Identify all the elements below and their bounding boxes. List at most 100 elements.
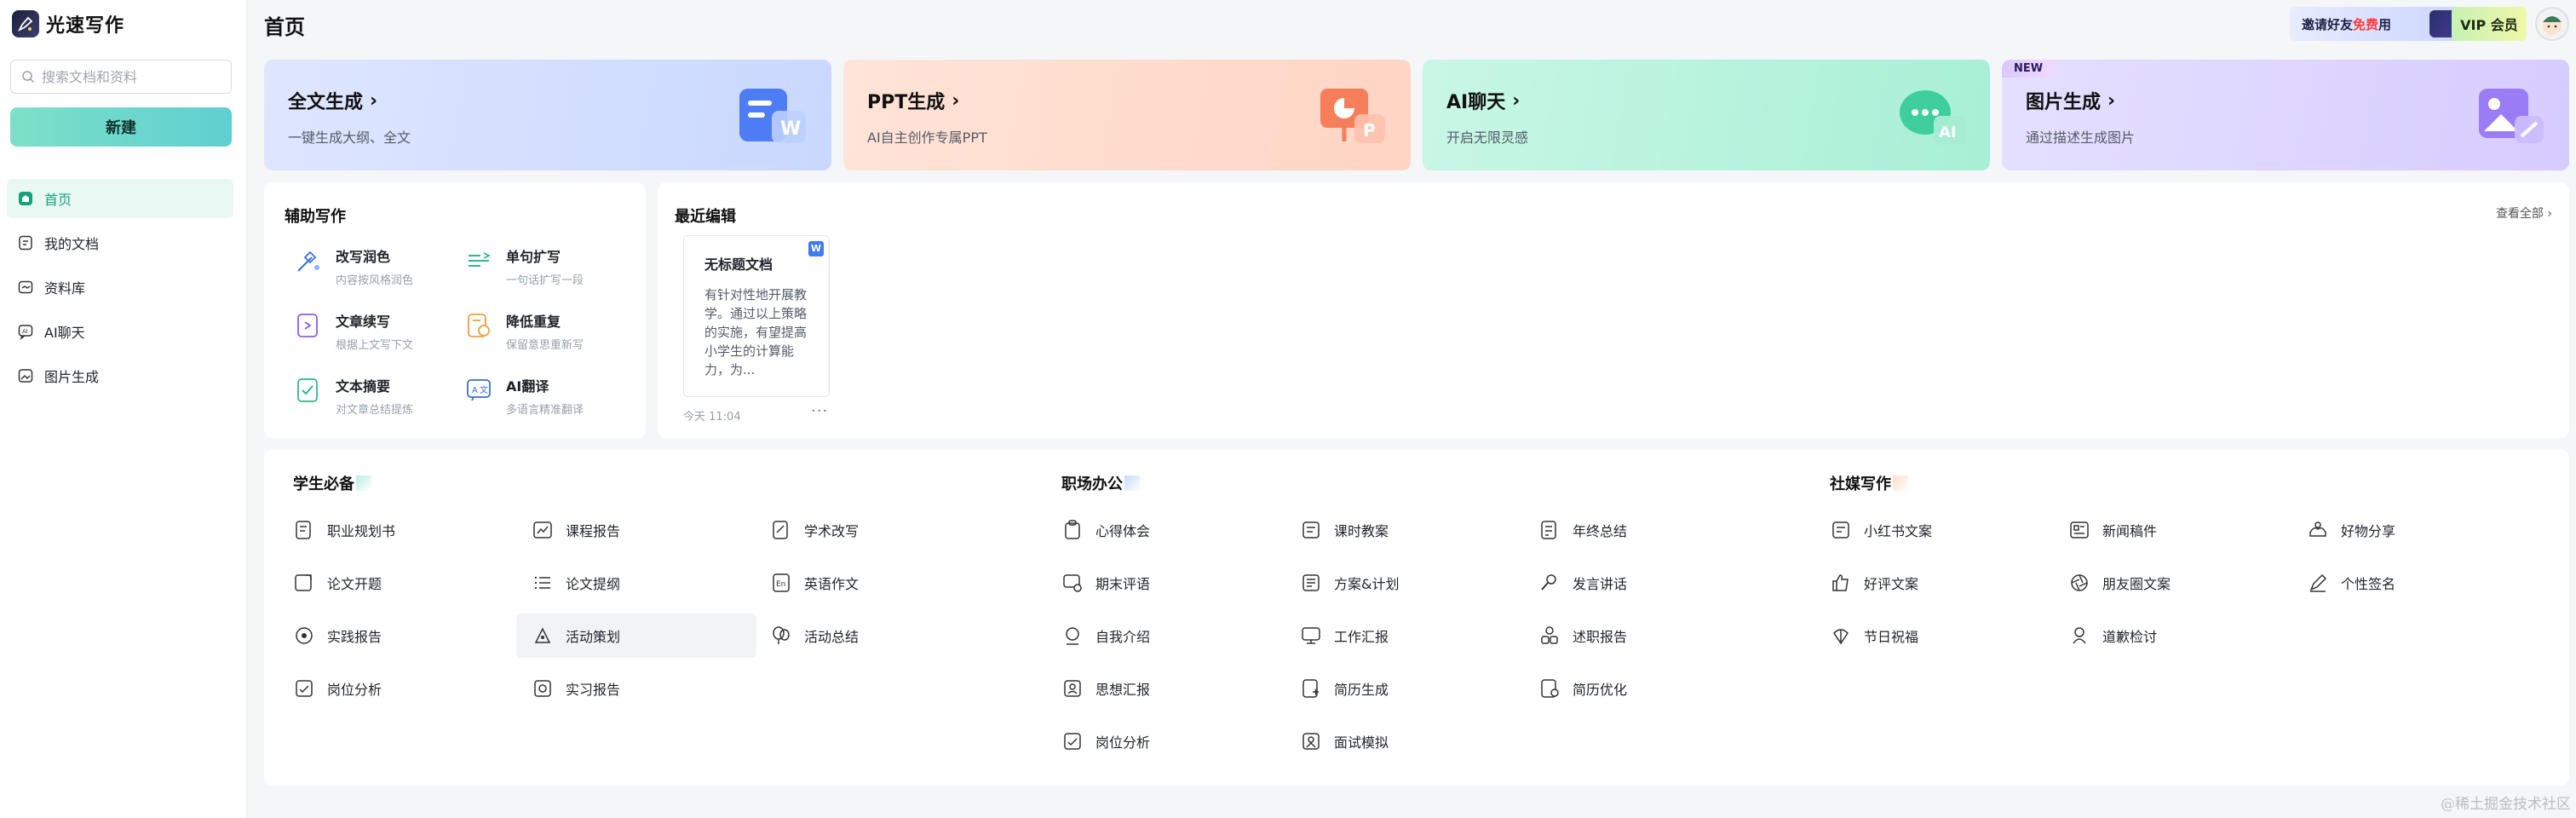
- plan-icon: [1302, 574, 1320, 591]
- main-content: 首页 邀请好友免费用 ★ VIP 会员 全文生成› 一键生成大纲、全文 W PP…: [247, 0, 2576, 818]
- tool-translate[interactable]: A文 AI翻译 多语言精准翻译: [463, 375, 625, 417]
- sidebar-item-image-generation[interactable]: 图片生成: [7, 356, 233, 395]
- feature-card-image-gen[interactable]: NEW 图片生成 › 通过描述生成图片: [2002, 60, 2569, 170]
- tool-desc: 一句话扩写一段: [506, 274, 584, 287]
- view-all-link[interactable]: 查看全部 ›: [2496, 204, 2552, 222]
- view-all-label: 查看全部: [2495, 207, 2544, 221]
- search-icon: [22, 71, 35, 84]
- scene-activity-summary[interactable]: 活动总结: [755, 614, 995, 658]
- scene-moments[interactable]: 朋友圈文案: [2053, 561, 2293, 605]
- scene-xiaohongshu[interactable]: 小红书文案: [1814, 508, 2055, 552]
- avatar[interactable]: [2535, 7, 2569, 41]
- chevron-right-icon: ›: [1512, 89, 1521, 112]
- feature-card-ppt[interactable]: PPT生成 › AI自主创作专属PPT P: [843, 60, 1411, 170]
- scene-resume-optimize[interactable]: 简历优化: [1523, 666, 1763, 711]
- chat-icon: AI: [18, 325, 33, 340]
- new-button[interactable]: 新建: [10, 107, 232, 147]
- recent-doc-card[interactable]: W 无标题文档 有针对性地开展教学。通过以上策略的实施，有望提高小学生的计算能力…: [683, 235, 830, 397]
- scene-apology[interactable]: 道歉检讨: [2053, 614, 2293, 658]
- search-input[interactable]: [42, 68, 212, 85]
- scene-interview-mock[interactable]: 面试模拟: [1285, 719, 1525, 763]
- scene-good-review[interactable]: 好评文案: [1814, 561, 2055, 605]
- feature-subtitle: AI自主创作专属PPT: [867, 130, 987, 146]
- feature-title-text: PPT生成: [867, 92, 946, 113]
- feature-title: 全文生成 ›: [288, 87, 808, 114]
- tool-expand[interactable]: 单句扩写 一句话扩写一段: [463, 245, 625, 287]
- logo[interactable]: 光速写作: [12, 10, 124, 37]
- tool-name: 改写润色: [336, 249, 391, 265]
- expand-icon: [469, 252, 492, 267]
- sidebar-item-ai-chat[interactable]: AI AI聊天: [7, 312, 233, 351]
- scene-thought-report[interactable]: 思想汇报: [1046, 666, 1286, 711]
- scene-signature[interactable]: 个性签名: [2291, 561, 2532, 605]
- scene-label: 小红书文案: [1864, 523, 1933, 539]
- scene-activity-planning[interactable]: 活动策划: [516, 614, 756, 658]
- category-title-text: 社媒写作: [1830, 475, 1891, 493]
- scene-label: 思想汇报: [1095, 682, 1151, 698]
- new-tag: NEW: [2002, 60, 2056, 78]
- scene-practice-report[interactable]: 实践报告: [278, 614, 518, 658]
- chevron-right-icon: ›: [370, 89, 378, 112]
- tool-continue[interactable]: 文章续写根据上文写下文: [293, 310, 455, 352]
- tool-desc: 多语言精准翻译: [506, 404, 584, 417]
- scene-academic-rewrite[interactable]: 学术改写: [755, 508, 995, 552]
- scene-plan[interactable]: 方案&计划: [1285, 561, 1525, 605]
- scene-job-analysis[interactable]: 岗位分析: [278, 666, 518, 711]
- scene-thesis-outline[interactable]: 论文提纲: [516, 561, 756, 605]
- scene-resume-generate[interactable]: 简历生成: [1285, 666, 1525, 711]
- scene-self-intro[interactable]: 自我介绍: [1046, 614, 1286, 658]
- chart-report-icon: [533, 521, 552, 539]
- translate-icon: A文: [467, 379, 491, 401]
- tool-rewrite[interactable]: 改写润色 内容按风格润色: [293, 245, 455, 287]
- scene-label: 年终总结: [1573, 523, 1628, 539]
- doc-title: 无标题文档: [704, 256, 773, 273]
- scene-label: 活动策划: [566, 629, 621, 645]
- scene-label: 实践报告: [327, 629, 382, 645]
- scene-speech[interactable]: 发言讲话: [1523, 561, 1763, 605]
- logo-pen-icon: [12, 10, 39, 37]
- title-accent-icon: [1124, 475, 1140, 491]
- sidebar-item-my-documents[interactable]: 我的文档: [7, 223, 233, 262]
- scene-course-report[interactable]: 课程报告: [516, 508, 756, 552]
- category-title-student: 学生必备: [293, 472, 371, 494]
- scene-internship-report[interactable]: 实习报告: [516, 666, 756, 711]
- sidebar-item-home[interactable]: 首页: [7, 179, 233, 218]
- scene-year-end-summary[interactable]: 年终总结: [1523, 508, 1763, 552]
- tool-name: 文章续写: [336, 314, 391, 330]
- sidebar-item-label: 我的文档: [44, 236, 100, 252]
- feature-card-full-text[interactable]: 全文生成 › 一键生成大纲、全文 W: [264, 60, 831, 170]
- tool-dedupe[interactable]: 降低重复 保留意思重新写: [463, 310, 625, 352]
- scene-label: 期末评语: [1095, 576, 1151, 592]
- scene-duty-report[interactable]: 述职报告: [1523, 614, 1763, 658]
- signature-pen-icon: [2309, 573, 2327, 592]
- scene-english-essay[interactable]: En 英语作文: [755, 561, 995, 605]
- scene-thesis-proposal[interactable]: 论文开题: [278, 561, 518, 605]
- scene-job-analysis-work[interactable]: 岗位分析: [1046, 719, 1286, 763]
- scene-news[interactable]: 新闻稿件: [2053, 508, 2293, 552]
- scene-festival-wishes[interactable]: 节日祝福: [1814, 614, 2055, 658]
- scene-reflections[interactable]: 心得体会: [1046, 508, 1286, 552]
- svg-text:P: P: [1363, 120, 1376, 141]
- category-title-workplace: 职场办公: [1061, 472, 1140, 494]
- feature-title: AI聊天 ›: [1446, 87, 1966, 114]
- title-accent-icon: [356, 475, 371, 491]
- scene-product-share[interactable]: 好物分享: [2291, 508, 2532, 552]
- continue-icon: [297, 314, 318, 337]
- scene-label: 个性签名: [2341, 576, 2396, 592]
- tool-desc: 根据上文写下文: [336, 339, 414, 352]
- scene-final-comments[interactable]: 期末评语: [1046, 561, 1286, 605]
- search-box[interactable]: [10, 60, 232, 94]
- career-plan-icon: [296, 521, 311, 539]
- more-options-icon[interactable]: ···: [811, 402, 828, 420]
- sidebar-item-library[interactable]: 资料库: [7, 268, 233, 307]
- scene-career-plan[interactable]: 职业规划书: [278, 508, 518, 552]
- feature-card-ai-chat[interactable]: AI聊天 › 开启无限灵感 AI: [1423, 60, 1990, 170]
- scene-lesson-plan[interactable]: 课时教案: [1285, 508, 1525, 552]
- scene-work-report[interactable]: 工作汇报: [1285, 614, 1525, 658]
- vip-button[interactable]: VIP 会员: [2452, 7, 2527, 41]
- assist-writing-panel: 辅助写作 改写润色 内容按风格润色 单句扩写 一句话扩写一段 文章续写 根据上文写下文…: [264, 182, 646, 438]
- tool-summary[interactable]: 文本摘要 对文章总结提炼: [293, 375, 455, 417]
- invite-prefix: 邀请好友: [2302, 16, 2354, 32]
- gift-icon: [1833, 629, 1849, 645]
- chevron-right-icon: ›: [2107, 89, 2116, 112]
